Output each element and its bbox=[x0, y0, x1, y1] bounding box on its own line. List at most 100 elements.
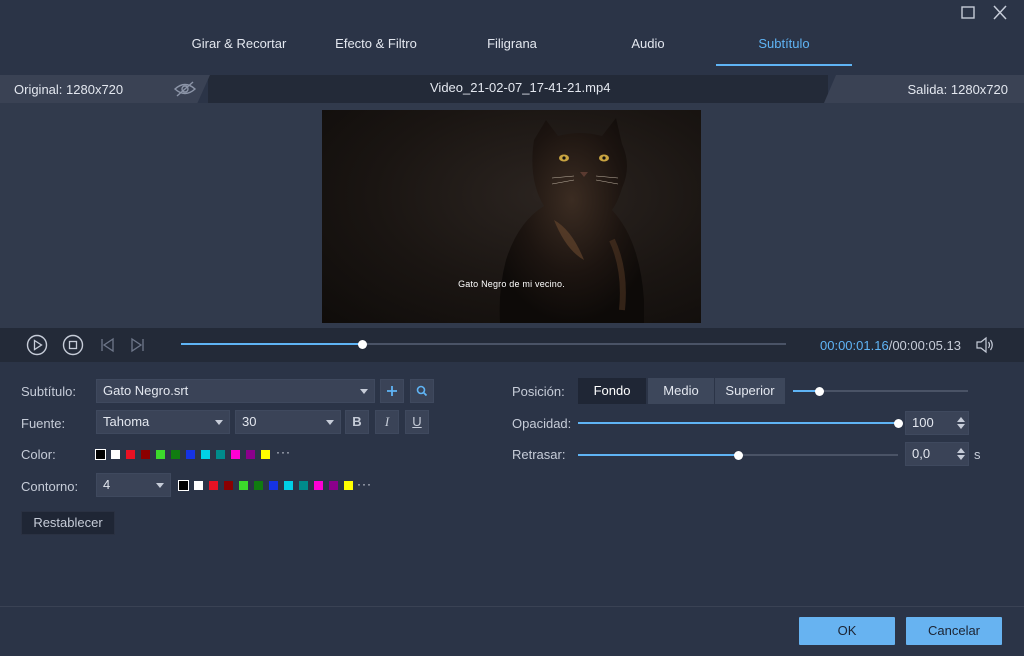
font-color-swatch[interactable] bbox=[216, 450, 225, 459]
time-display: 00:00:01.16/00:00:05.13 bbox=[820, 338, 961, 353]
info-bar: Original: 1280x720 Video_21-02-07_17-41-… bbox=[0, 75, 1024, 103]
chevron-down-icon bbox=[215, 420, 223, 425]
outline-color-swatch[interactable] bbox=[344, 481, 353, 490]
delay-unit: s bbox=[974, 447, 981, 462]
font-family-select[interactable]: Tahoma bbox=[96, 410, 230, 434]
font-color-swatch[interactable] bbox=[141, 450, 150, 459]
subtitle-label: Subtítulo: bbox=[21, 384, 76, 399]
outline-color-swatch[interactable] bbox=[329, 481, 338, 490]
subtitle-preview-text: Gato Negro de mi vecino. bbox=[458, 279, 565, 289]
chevron-down-icon bbox=[156, 483, 164, 488]
original-resolution: Original: 1280x720 bbox=[14, 82, 124, 97]
delay-slider-fill bbox=[578, 454, 738, 456]
next-frame-button[interactable] bbox=[126, 334, 148, 356]
font-size-select[interactable]: 30 bbox=[235, 410, 341, 434]
outline-label: Contorno: bbox=[21, 479, 79, 494]
font-color-swatch[interactable] bbox=[111, 450, 120, 459]
cancel-button[interactable]: Cancelar bbox=[906, 617, 1002, 645]
subtitle-file-select[interactable]: Gato Negro.srt bbox=[96, 379, 375, 403]
bold-button[interactable]: B bbox=[345, 410, 369, 434]
more-colors-button[interactable]: ··· bbox=[276, 445, 291, 459]
outline-width-value: 4 bbox=[103, 477, 111, 492]
video-preview: Gato Negro de mi vecino. bbox=[322, 110, 701, 323]
opacity-input[interactable]: 100 bbox=[905, 411, 969, 435]
play-button[interactable] bbox=[26, 334, 48, 356]
cat-image bbox=[499, 118, 644, 323]
close-icon bbox=[993, 5, 1007, 20]
opacity-slider-fill bbox=[578, 422, 898, 424]
increment-icon[interactable] bbox=[957, 448, 965, 453]
font-color-swatch[interactable] bbox=[171, 450, 180, 459]
chevron-down-icon bbox=[360, 389, 368, 394]
tab-audio[interactable]: Audio bbox=[584, 26, 712, 66]
position-middle-button[interactable]: Medio bbox=[648, 378, 714, 404]
color-label: Color: bbox=[21, 447, 56, 462]
outline-color-swatch[interactable] bbox=[178, 480, 189, 491]
outline-color-swatch[interactable] bbox=[194, 481, 203, 490]
font-color-swatch[interactable] bbox=[126, 450, 135, 459]
search-subtitle-button[interactable] bbox=[410, 379, 434, 403]
search-icon bbox=[416, 385, 428, 397]
font-color-swatch[interactable] bbox=[95, 449, 106, 460]
underline-button[interactable]: U bbox=[405, 410, 429, 434]
outline-color-swatch[interactable] bbox=[239, 481, 248, 490]
opacity-slider-handle[interactable] bbox=[893, 418, 903, 428]
chevron-down-icon bbox=[326, 420, 334, 425]
subtitle-file-value: Gato Negro.srt bbox=[103, 383, 189, 398]
edit-tabs: Girar & Recortar Efecto & Filtro Filigra… bbox=[0, 26, 1024, 66]
decrement-icon[interactable] bbox=[957, 455, 965, 460]
tab-effect-filter[interactable]: Efecto & Filtro bbox=[310, 26, 442, 66]
font-family-value: Tahoma bbox=[103, 414, 150, 429]
hide-preview-button[interactable] bbox=[172, 80, 198, 98]
outline-color-swatch[interactable] bbox=[284, 481, 293, 490]
eye-off-icon bbox=[173, 81, 197, 97]
tab-watermark[interactable]: Filigrana bbox=[448, 26, 576, 66]
maximize-button[interactable] bbox=[958, 4, 978, 22]
font-color-swatch[interactable] bbox=[246, 450, 255, 459]
outline-width-select[interactable]: 4 bbox=[96, 473, 171, 497]
more-outline-colors-button[interactable]: ··· bbox=[357, 477, 372, 491]
font-color-swatch[interactable] bbox=[261, 450, 270, 459]
font-color-swatch[interactable] bbox=[231, 450, 240, 459]
tab-rotate-crop[interactable]: Girar & Recortar bbox=[171, 26, 307, 66]
total-time: 00:00:05.13 bbox=[892, 338, 961, 353]
plus-icon bbox=[387, 386, 397, 396]
stop-button[interactable] bbox=[62, 334, 84, 356]
outline-color-swatch[interactable] bbox=[314, 481, 323, 490]
seek-handle[interactable] bbox=[358, 339, 367, 349]
close-button[interactable] bbox=[990, 4, 1010, 22]
add-subtitle-button[interactable] bbox=[380, 379, 404, 403]
skip-back-icon bbox=[101, 337, 114, 353]
reset-button[interactable]: Restablecer bbox=[21, 511, 115, 535]
current-time: 00:00:01.16 bbox=[820, 338, 889, 353]
font-color-swatch[interactable] bbox=[186, 450, 195, 459]
delay-value: 0,0 bbox=[912, 446, 931, 461]
tab-subtitle[interactable]: Subtítulo bbox=[716, 26, 852, 66]
decrement-icon[interactable] bbox=[957, 424, 965, 429]
outline-color-swatch[interactable] bbox=[254, 481, 263, 490]
outline-color-swatch[interactable] bbox=[269, 481, 278, 490]
delay-slider-handle[interactable] bbox=[733, 450, 743, 460]
delay-input[interactable]: 0,0 bbox=[905, 442, 969, 466]
stop-icon bbox=[62, 334, 84, 356]
outline-color-swatch[interactable] bbox=[299, 481, 308, 490]
skip-forward-icon bbox=[131, 337, 144, 353]
font-color-swatch[interactable] bbox=[156, 450, 165, 459]
position-bottom-button[interactable]: Fondo bbox=[578, 378, 646, 404]
outline-color-swatch[interactable] bbox=[209, 481, 218, 490]
italic-button[interactable]: I bbox=[375, 410, 399, 434]
font-color-swatch[interactable] bbox=[201, 450, 210, 459]
maximize-icon bbox=[961, 6, 975, 19]
position-slider-handle[interactable] bbox=[814, 386, 824, 396]
font-size-value: 30 bbox=[242, 414, 257, 429]
volume-icon bbox=[976, 336, 993, 354]
video-filename: Video_21-02-07_17-41-21.mp4 bbox=[430, 80, 611, 95]
opacity-value: 100 bbox=[912, 415, 934, 430]
previous-frame-button[interactable] bbox=[97, 334, 119, 356]
increment-icon[interactable] bbox=[957, 417, 965, 422]
ok-button[interactable]: OK bbox=[799, 617, 895, 645]
volume-button[interactable] bbox=[974, 334, 996, 356]
font-label: Fuente: bbox=[21, 416, 66, 431]
position-top-button[interactable]: Superior bbox=[715, 378, 785, 404]
outline-color-swatch[interactable] bbox=[224, 481, 233, 490]
